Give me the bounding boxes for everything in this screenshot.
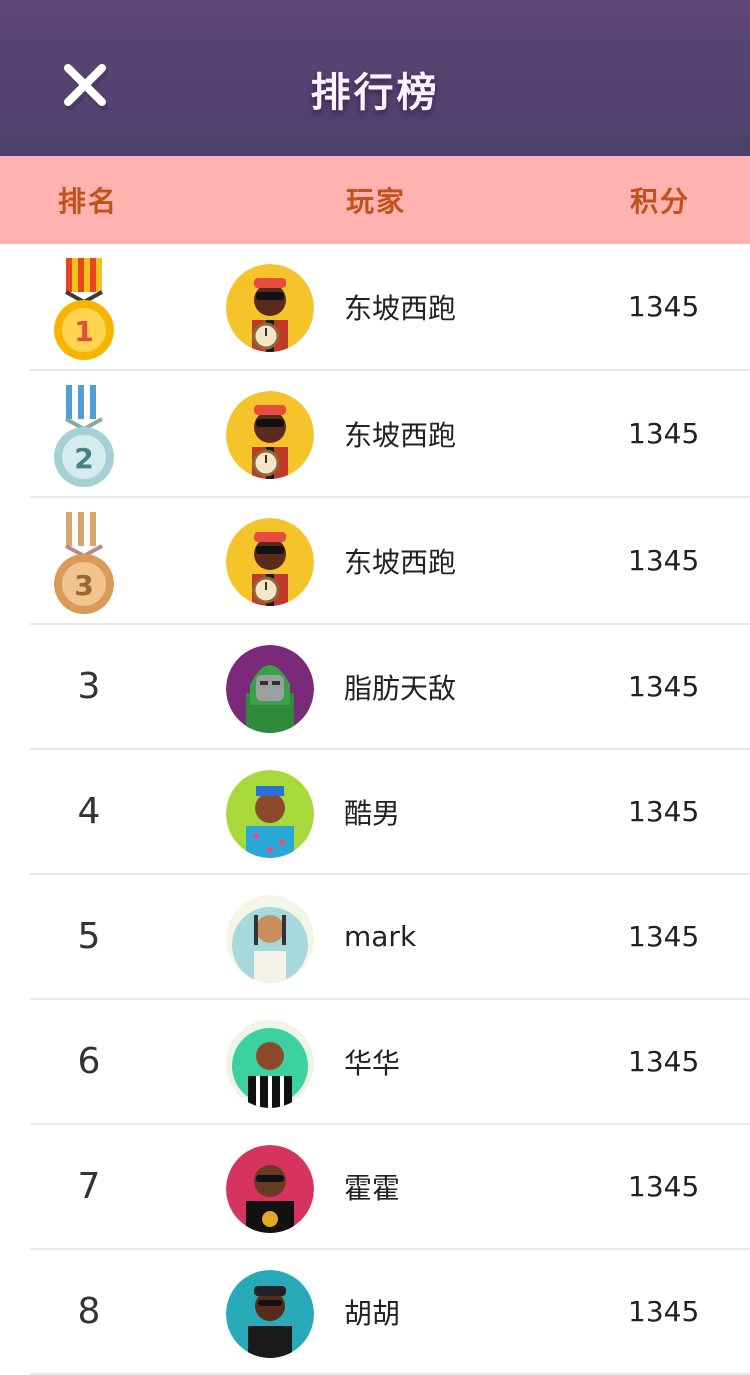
column-score-label: 积分 [630,185,691,218]
leaderboard-row[interactable]: 6 华华 1345 [30,1000,750,1125]
rank-number: 5 [77,916,101,957]
app-header: 排行榜 [0,0,750,156]
hawaiian-shirt-avatar [226,770,314,858]
leaderboard-row[interactable]: 2 东坡西跑 1345 [30,371,750,498]
cap-avatar [226,1270,314,1358]
player-score: 1345 [628,1045,700,1078]
leaderboard-row[interactable]: 8 胡胡 1345 [30,1250,750,1375]
column-player-label: 玩家 [346,185,407,218]
player-score: 1345 [628,417,700,450]
gold-medal-icon: 1 [54,258,114,360]
player-name: 东坡西跑 [344,291,457,325]
gold-chain-avatar [226,518,314,606]
column-header-bar: 排名 玩家 积分 [0,156,750,244]
player-name: 脂肪天敌 [344,671,457,705]
svg-text:1: 1 [74,315,93,348]
player-score: 1345 [628,1170,700,1203]
leaderboard-row[interactable]: 3 脂肪天敌 1345 [30,625,750,750]
svg-text:2: 2 [74,442,93,475]
svg-text:3: 3 [74,569,93,602]
player-name: 霍霍 [344,1171,401,1205]
leaderboard-row[interactable]: 1 东坡西跑 1345 [30,244,750,371]
player-score: 1345 [628,795,700,828]
rank-number: 8 [77,1291,101,1332]
gold-chain-avatar [226,264,314,352]
column-rank-label: 排名 [58,185,119,218]
player-score: 1345 [628,1295,700,1328]
rank-number: 3 [77,666,101,707]
player-name: 东坡西跑 [344,545,457,579]
page-title: 排行榜 [310,70,440,116]
player-name: 酷男 [344,796,401,830]
sunglasses-chain-avatar [226,1145,314,1233]
player-name: 东坡西跑 [344,418,457,452]
leaderboard-list: 1 东坡西跑 1345 2 东坡西跑 1345 3 东坡西跑 1345 3 脂肪… [0,244,750,1375]
rank-number: 4 [77,791,101,832]
masked-avatar [226,645,314,733]
bronze-medal-icon: 3 [54,512,114,614]
leaderboard-row[interactable]: 7 霍霍 1345 [30,1125,750,1250]
leaderboard-row[interactable]: 5 mark 1345 [30,875,750,1000]
silver-medal-icon: 2 [54,385,114,487]
gold-chain-avatar [226,391,314,479]
player-name: 胡胡 [344,1296,401,1330]
player-score: 1345 [628,670,700,703]
player-name: 华华 [344,1046,401,1080]
braids-avatar [226,895,314,983]
leaderboard-row[interactable]: 3 东坡西跑 1345 [30,498,750,625]
player-score: 1345 [628,290,700,323]
striped-shirt-avatar [226,1020,314,1108]
player-name: mark [344,920,417,953]
rank-number: 6 [77,1041,101,1082]
player-score: 1345 [628,920,700,953]
player-score: 1345 [628,544,700,577]
rank-number: 7 [77,1166,101,1207]
leaderboard-row[interactable]: 4 酷男 1345 [30,750,750,875]
